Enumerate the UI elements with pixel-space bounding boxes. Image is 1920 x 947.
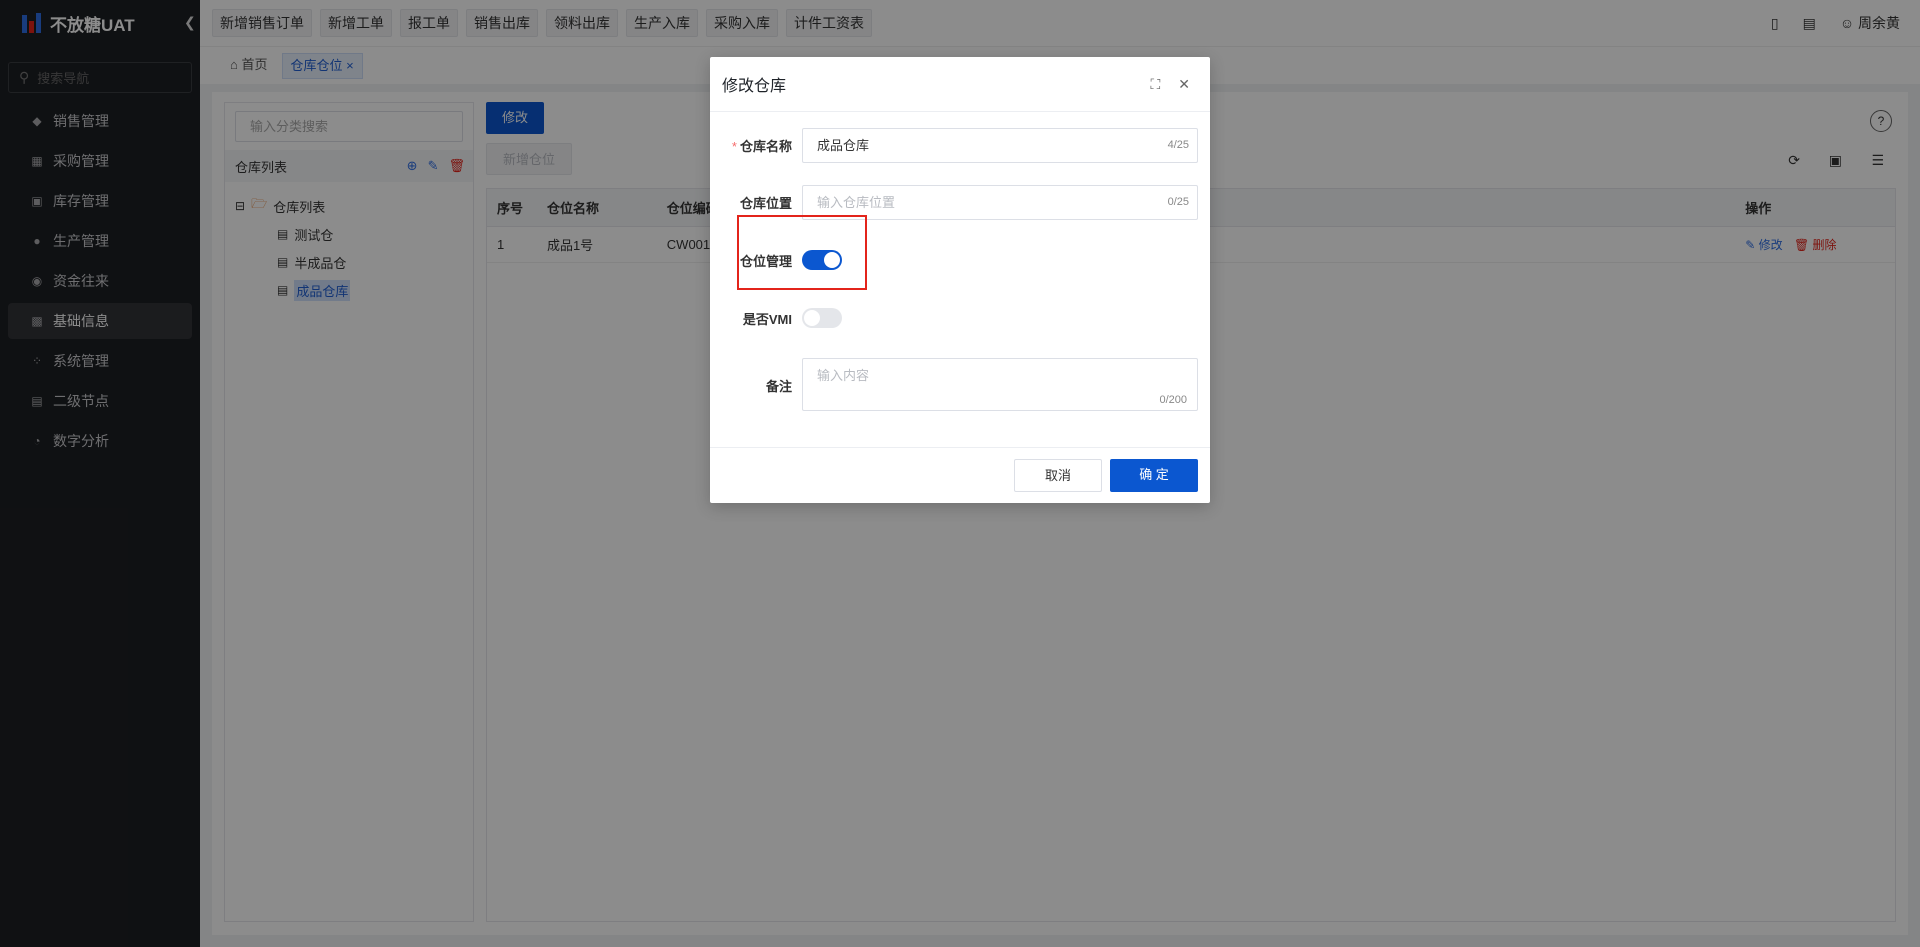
warehouse-name-input[interactable]: 成品仓库 4/25 xyxy=(802,127,1198,163)
vmi-toggle[interactable] xyxy=(802,308,842,328)
remark-textarea[interactable]: 输入内容 0/200 xyxy=(802,358,1198,411)
maximize-icon[interactable]: ⛶ xyxy=(1150,76,1160,93)
close-icon[interactable]: ✕ xyxy=(1178,76,1190,93)
required-mark: * xyxy=(731,138,737,154)
confirm-button[interactable]: 确 定 xyxy=(1110,459,1198,492)
dialog-title: 修改仓库 xyxy=(722,78,787,95)
highlight-annotation xyxy=(737,215,867,290)
cancel-button[interactable]: 取消 xyxy=(1014,459,1102,492)
